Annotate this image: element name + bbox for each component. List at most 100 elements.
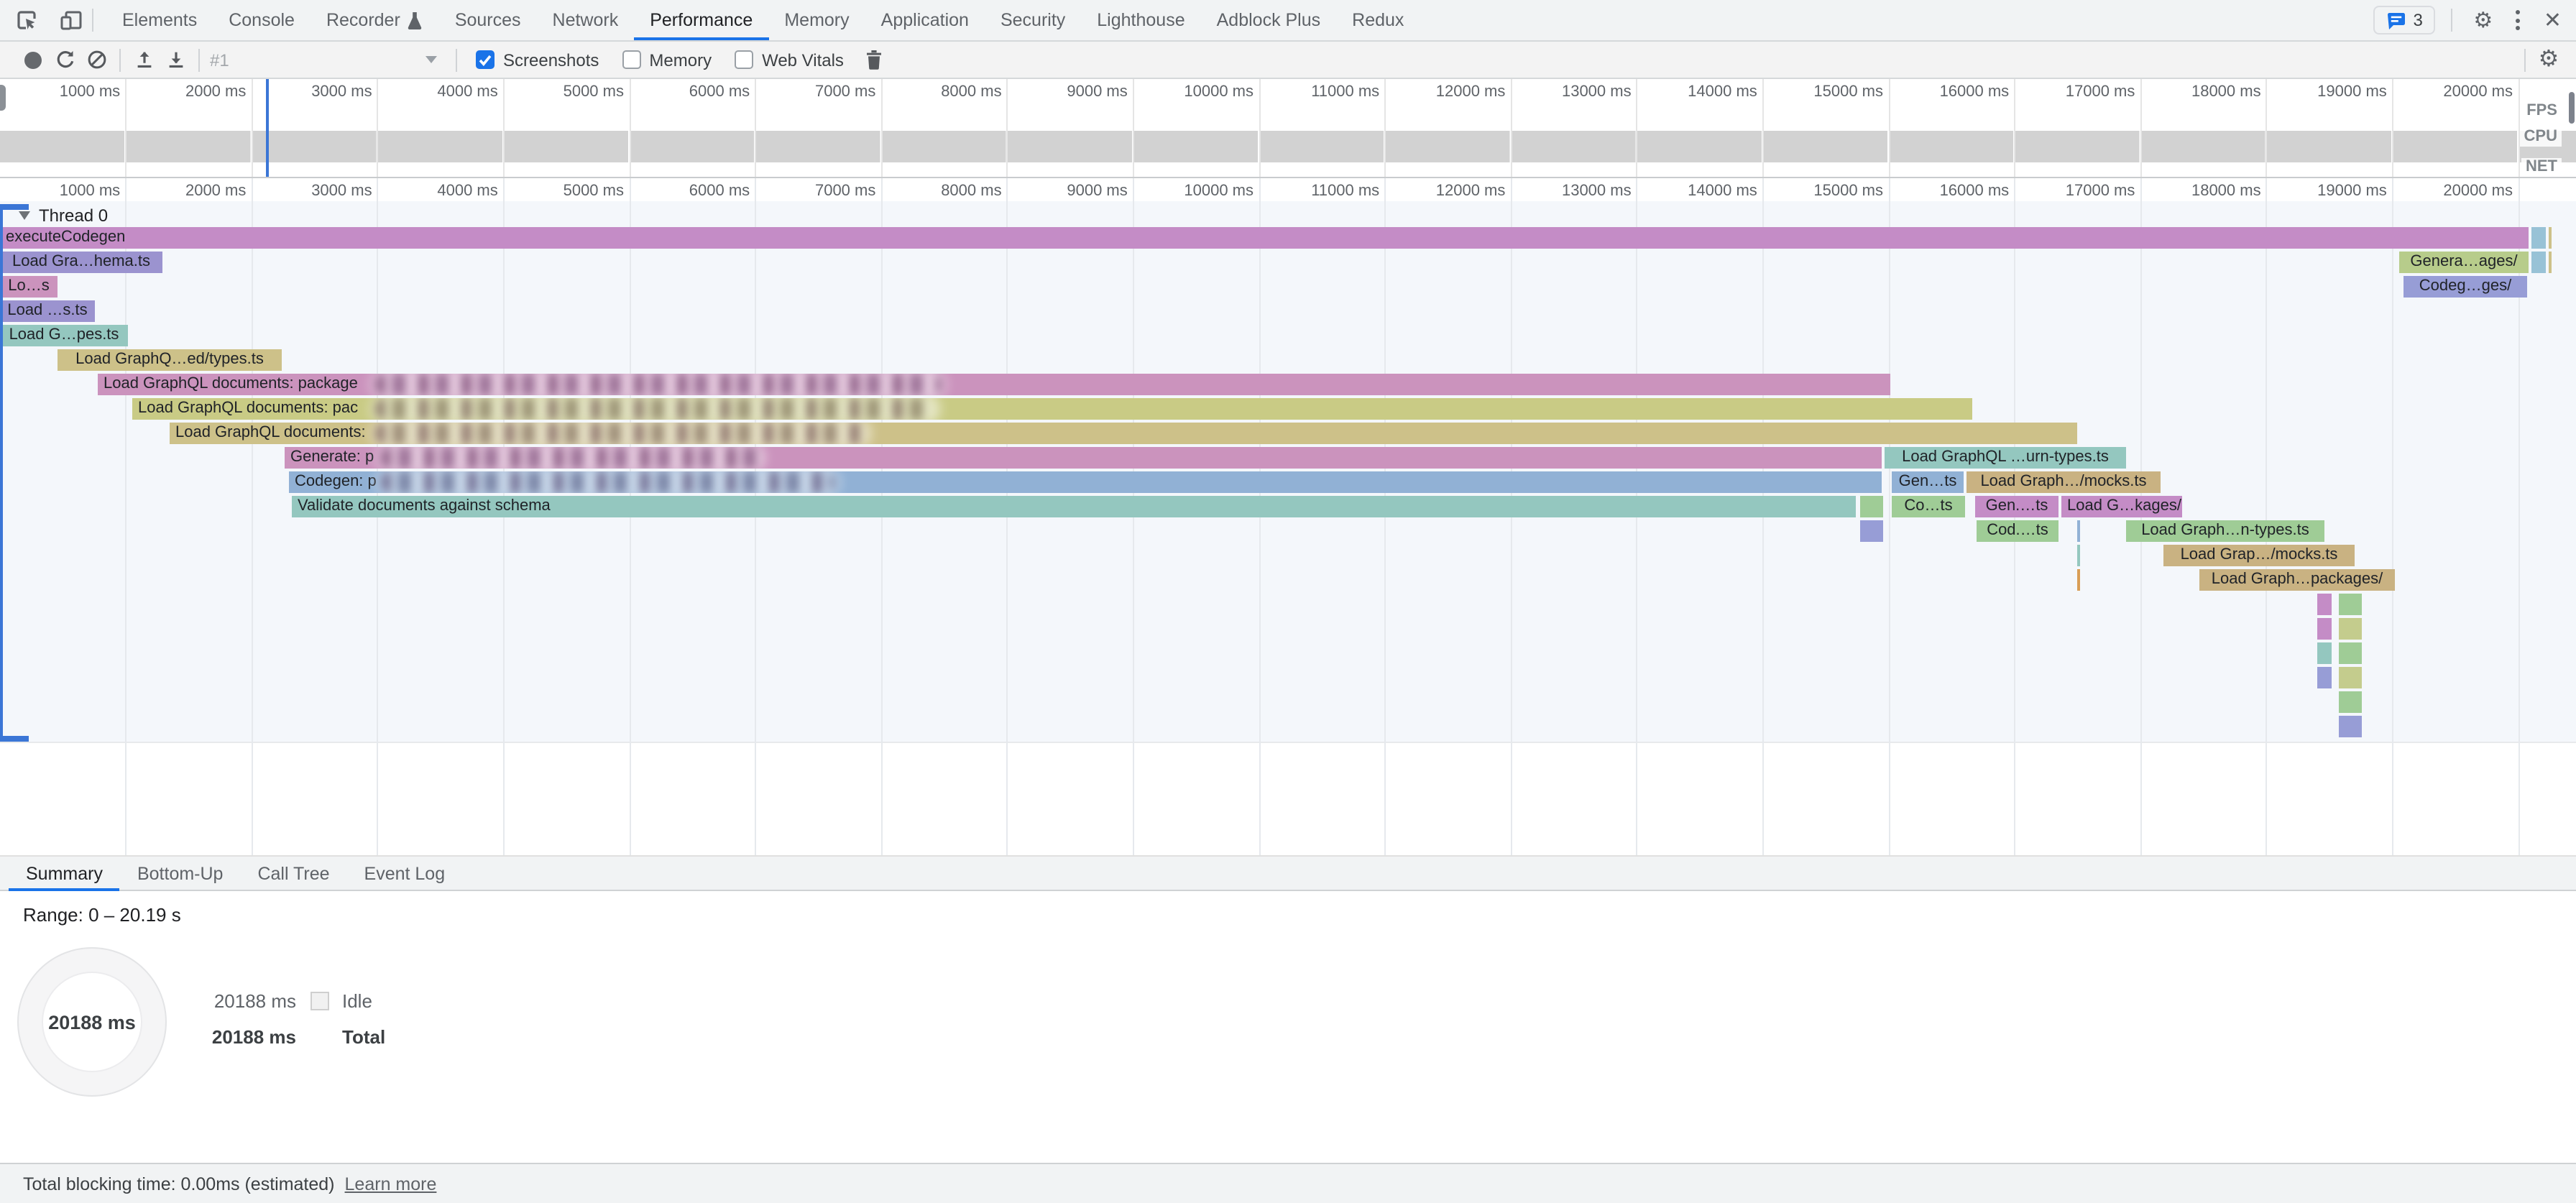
flame-bar-load-graphql-documents[interactable]: Load GraphQL documents:: [170, 423, 2077, 444]
checkbox-memory[interactable]: Memory: [622, 50, 712, 70]
flame-bar-codegen-p[interactable]: Codegen: p: [289, 471, 1882, 493]
timeline-overview[interactable]: 1000 ms2000 ms3000 ms4000 ms5000 ms6000 …: [0, 79, 2576, 178]
save-profile-button[interactable]: [160, 44, 191, 75]
flame-bar[interactable]: [2317, 667, 2332, 688]
playhead-marker[interactable]: [266, 79, 269, 177]
gridline: [629, 79, 630, 177]
ruler-tick-label: 16000 ms: [1940, 83, 2010, 101]
tab-redux[interactable]: Redux: [1336, 0, 1420, 40]
learn-more-link[interactable]: Learn more: [345, 1174, 437, 1194]
inspect-element-icon[interactable]: [13, 6, 42, 34]
flame-bar-load-g-pes-ts[interactable]: Load G…pes.ts: [0, 325, 128, 346]
tab-security[interactable]: Security: [985, 0, 1081, 40]
flame-bar[interactable]: [2339, 594, 2362, 615]
flame-bar-load-graph-mocks-ts[interactable]: Load Graph…/mocks.ts: [1966, 471, 2161, 493]
details-tab-summary[interactable]: Summary: [9, 857, 120, 890]
tab-sources[interactable]: Sources: [439, 0, 537, 40]
flame-bar-gen-ts[interactable]: Gen…ts: [1892, 471, 1964, 493]
ruler-tick-label: 6000 ms: [689, 83, 750, 101]
collapse-triangle-icon: [19, 211, 30, 220]
history-select[interactable]: #1: [210, 45, 446, 74]
flame-bar[interactable]: [2317, 618, 2332, 640]
tab-lighthouse[interactable]: Lighthouse: [1081, 0, 1200, 40]
flame-bar[interactable]: [2339, 618, 2362, 640]
flame-bar-load-graph-packages[interactable]: Load Graph…packages/: [2199, 569, 2395, 591]
flame-bar[interactable]: [2531, 227, 2546, 249]
garbage-collect-button[interactable]: [858, 44, 890, 75]
ruler-tick-label: 2000 ms: [185, 83, 246, 101]
flame-bar-co-ts[interactable]: Co…ts: [1892, 496, 1965, 517]
close-devtools-icon[interactable]: ✕: [2538, 9, 2567, 31]
flame-bar-load-g-kages[interactable]: Load G…kages/: [2061, 496, 2182, 517]
flame-bar[interactable]: [2077, 545, 2079, 566]
gridline: [2266, 79, 2268, 177]
gridline: [1762, 79, 1764, 177]
tab-memory[interactable]: Memory: [768, 0, 865, 40]
checkbox-unchecked-icon[interactable]: [622, 50, 640, 69]
flame-bar[interactable]: [2077, 569, 2079, 591]
load-profile-button[interactable]: [128, 44, 160, 75]
total-blocking-time-text: Total blocking time: 0.00ms (estimated): [23, 1174, 335, 1194]
flame-bar-genera-ages[interactable]: Genera…ages/: [2399, 252, 2529, 273]
checkbox-checked-icon[interactable]: [476, 50, 494, 69]
flame-bar-executecodegen[interactable]: executeCodegen: [0, 227, 2529, 249]
tab-network[interactable]: Network: [537, 0, 635, 40]
tab-recorder[interactable]: Recorder: [310, 0, 439, 40]
flame-bar-load-graphql-urn-types-ts[interactable]: Load GraphQL …urn-types.ts: [1885, 447, 2126, 469]
flame-bar[interactable]: [2549, 227, 2552, 249]
more-options-icon[interactable]: [2506, 9, 2529, 32]
flame-bar-lo-s[interactable]: Lo…s: [0, 276, 58, 298]
flame-bar-cod-ts[interactable]: Cod.…ts: [1977, 520, 2058, 542]
overview-scrollbar-thumb[interactable]: [2569, 92, 2575, 124]
flame-bar-generate-p[interactable]: Generate: p: [285, 447, 1882, 469]
overview-left-drag-handle[interactable]: [0, 85, 6, 111]
checkbox-screenshots[interactable]: Screenshots: [476, 50, 599, 70]
checkbox-web-vitals[interactable]: Web Vitals: [735, 50, 844, 70]
flame-bar-load-gra-hema-ts[interactable]: Load Gra…hema.ts: [0, 252, 162, 273]
flame-bar[interactable]: [2077, 520, 2079, 542]
flame-bar-load-s-ts[interactable]: Load …s.ts: [0, 300, 95, 322]
ruler-tick-label: 15000 ms: [1813, 83, 1883, 101]
flame-bar[interactable]: [2339, 691, 2362, 713]
flame-bar[interactable]: [1860, 496, 1883, 517]
status-footer: Total blocking time: 0.00ms (estimated) …: [0, 1163, 2576, 1203]
ruler-tick-label: 10000 ms: [1184, 83, 1254, 101]
flame-bar-load-graphql-documents-pac[interactable]: Load GraphQL documents: pac: [132, 398, 1972, 420]
settings-gear-icon[interactable]: ⚙: [2469, 6, 2498, 34]
record-button[interactable]: [17, 44, 49, 75]
flame-bar[interactable]: [2531, 252, 2546, 273]
tab-performance[interactable]: Performance: [634, 0, 768, 40]
flame-bar[interactable]: [2339, 716, 2362, 737]
ruler-tick-label: 14000 ms: [1688, 183, 1757, 200]
details-tab-bottom-up[interactable]: Bottom-Up: [120, 857, 241, 890]
reload-and-record-button[interactable]: [49, 44, 80, 75]
flame-bar-load-graph-n-types-ts[interactable]: Load Graph…n-types.ts: [2126, 520, 2324, 542]
capture-settings-gear-icon[interactable]: ⚙: [2533, 44, 2564, 75]
flame-chart[interactable]: 1000 ms2000 ms3000 ms4000 ms5000 ms6000 …: [0, 178, 2576, 855]
tab-application[interactable]: Application: [865, 0, 985, 40]
flame-bar-codeg-ges[interactable]: Codeg…ges/: [2404, 276, 2527, 298]
tab-adblock-plus[interactable]: Adblock Plus: [1201, 0, 1337, 40]
details-tab-call-tree[interactable]: Call Tree: [240, 857, 346, 890]
flame-bar-load-graphql-documents-package[interactable]: Load GraphQL documents: package: [98, 374, 1890, 395]
thread-group-header[interactable]: Thread 0: [19, 206, 108, 226]
flame-bar-load-graphq-ed-types-ts[interactable]: Load GraphQ…ed/types.ts: [58, 349, 282, 371]
flame-bar[interactable]: [2339, 642, 2362, 664]
details-tab-event-log[interactable]: Event Log: [347, 857, 463, 890]
flame-bar-label: Load Grap…/mocks.ts: [2163, 545, 2355, 566]
checkbox-unchecked-icon[interactable]: [735, 50, 753, 69]
issues-button[interactable]: 3: [2373, 6, 2435, 34]
flame-bar[interactable]: [2317, 642, 2332, 664]
flame-bar-gen-ts[interactable]: Gen.…ts: [1975, 496, 2058, 517]
flame-bar-label: Load Gra…hema.ts: [0, 252, 162, 273]
flame-bar[interactable]: [2549, 252, 2552, 273]
flame-bar-load-grap-mocks-ts[interactable]: Load Grap…/mocks.ts: [2163, 545, 2355, 566]
device-toolbar-icon[interactable]: [56, 6, 85, 34]
flame-bar-validate-documents-against-schema[interactable]: Validate documents against schema: [292, 496, 1856, 517]
flame-bar[interactable]: [2339, 667, 2362, 688]
tab-console[interactable]: Console: [213, 0, 310, 40]
flame-bar[interactable]: [2317, 594, 2332, 615]
clear-recording-button[interactable]: [80, 44, 112, 75]
tab-elements[interactable]: Elements: [106, 0, 213, 40]
flame-bar[interactable]: [1860, 520, 1883, 542]
